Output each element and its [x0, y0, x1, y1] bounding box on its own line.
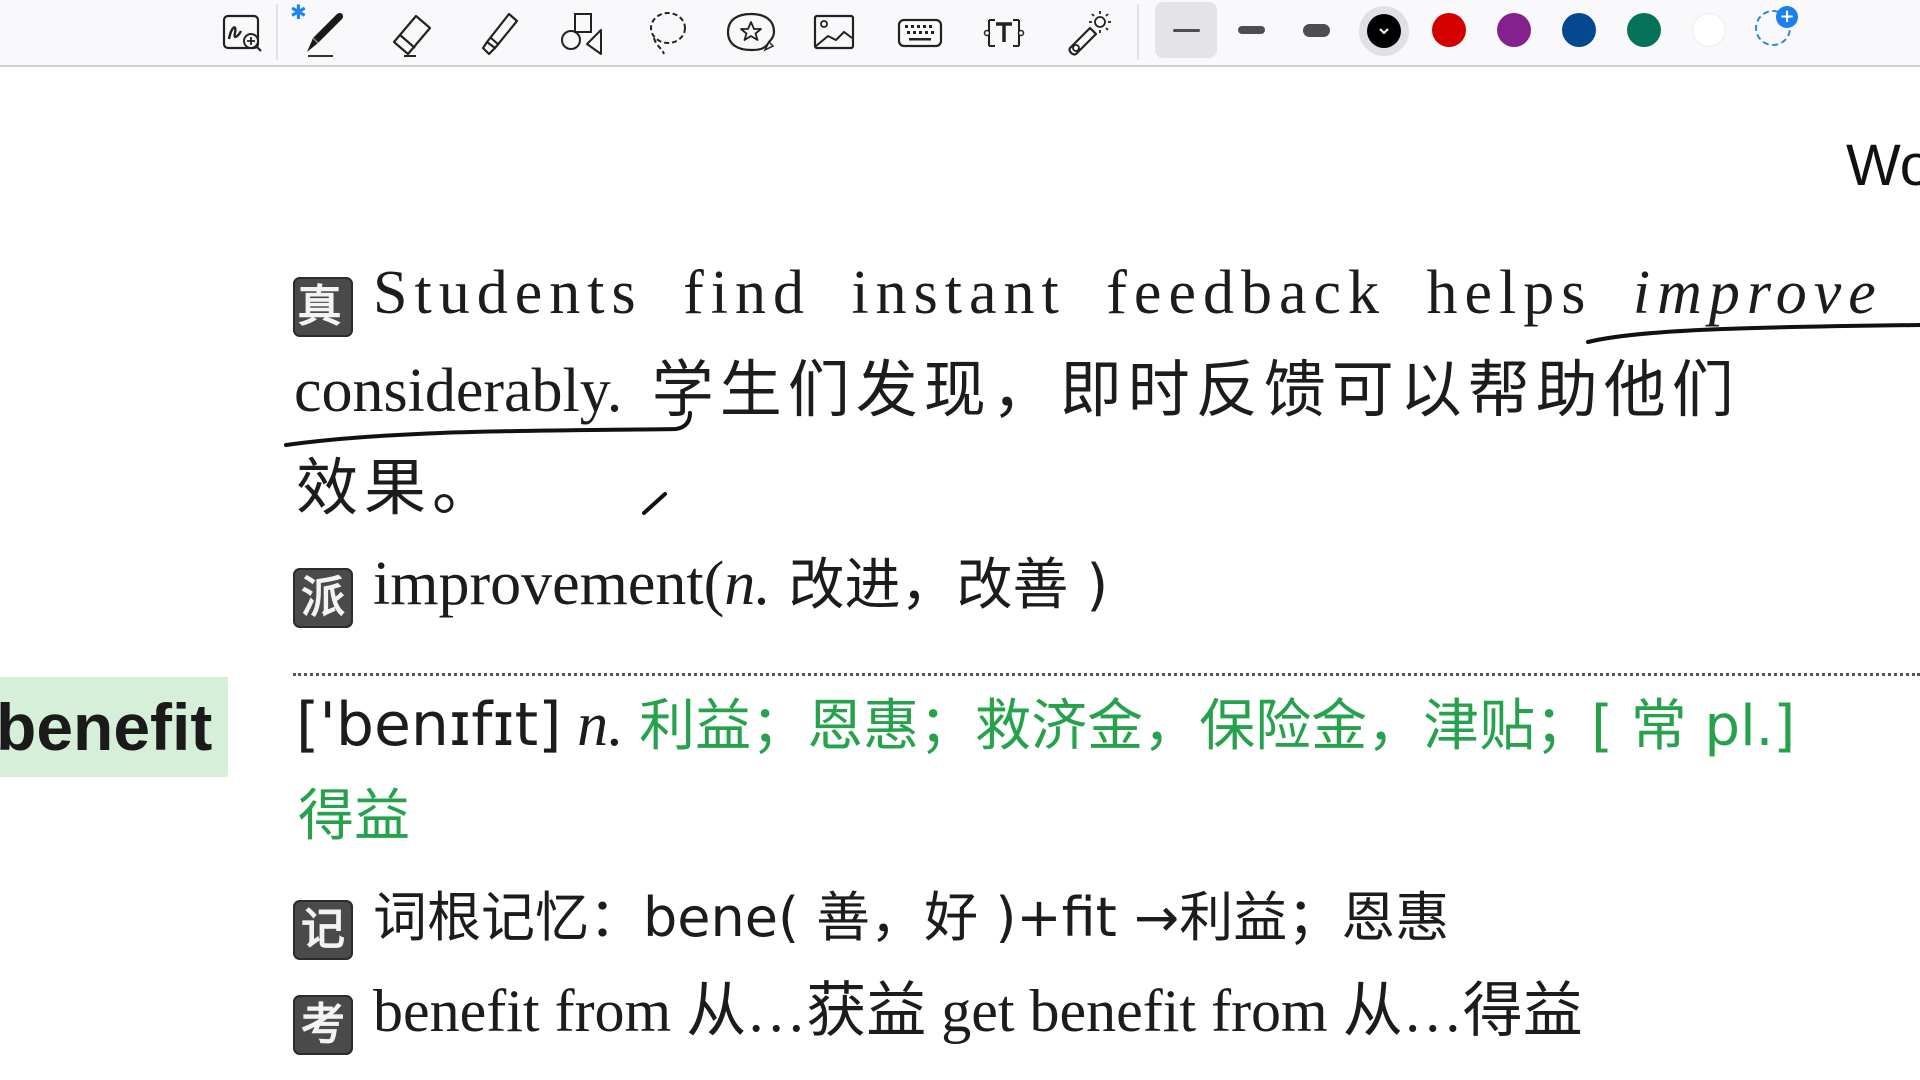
color-swatch-purple[interactable]	[1497, 13, 1531, 47]
color-swatch-green[interactable]	[1627, 13, 1661, 47]
example-sentence-line2: considerably. 学生们发现，即时反馈可以帮助他们	[294, 357, 1740, 425]
entry-definition-line2: 得益	[298, 784, 410, 849]
part-of-speech: n.	[724, 550, 771, 618]
part-of-speech: n.	[577, 691, 624, 759]
stroke-width-medium[interactable]	[1220, 2, 1282, 58]
color-swatch-red[interactable]	[1432, 13, 1466, 47]
example-text: considerably.	[294, 357, 623, 425]
image-icon	[813, 14, 855, 50]
derivative-line: 派 improvement(n. 改进，改善 )	[293, 553, 1108, 628]
pen-icon	[307, 12, 344, 57]
highlighter-icon	[481, 12, 519, 56]
derivative-meaning: 改进，改善 )	[770, 553, 1109, 618]
exam-text: benefit from 从…获益 get benefit from 从…得益	[373, 978, 1583, 1044]
entry-definition-line1: ['benɪfɪt] n. 利益；恩惠；救济金，保险金，津贴；[ 常 pl.]	[296, 694, 1795, 756]
color-swatch-black[interactable]	[1359, 6, 1409, 56]
lasso-tool[interactable]	[641, 8, 693, 58]
keyboard-tool[interactable]	[894, 8, 946, 58]
example-translation-line3: 效果。	[296, 451, 501, 524]
phonetic: ['benɪfɪt]	[296, 690, 562, 760]
stroke-thick-preview	[1302, 23, 1330, 37]
headword-highlight: benefit	[0, 677, 228, 777]
shapes-icon	[561, 13, 602, 55]
eraser-icon	[392, 14, 432, 57]
document-page: Wo 真 Students find instant feedback helps…	[0, 67, 1920, 1080]
definition-text: 利益；恩惠；救济金，保险金，津贴；[ 常 pl.]	[639, 694, 1796, 759]
sticker-icon	[726, 12, 776, 52]
laser-pointer-tool[interactable]	[1063, 8, 1115, 58]
pen-tool[interactable]	[298, 8, 350, 58]
selected-color-fill	[1367, 14, 1401, 48]
toolbar-separator	[1137, 4, 1139, 60]
stroke-medium-preview	[1237, 26, 1265, 34]
chevron-down-icon	[1379, 28, 1389, 35]
keyboard-icon	[897, 18, 943, 48]
zoom-handwriting-icon	[222, 14, 262, 52]
image-tool[interactable]	[809, 8, 861, 58]
memory-line: 记词根记忆：bene( 善，好 )+fit →利益；恩惠	[293, 885, 1449, 960]
text-box-tool[interactable]	[978, 8, 1030, 58]
zoom-writing-tool[interactable]	[217, 8, 269, 58]
page-header-fragment: Wo	[1846, 133, 1920, 198]
memory-text: 词根记忆：bene( 善，好 )+fit →利益；恩惠	[373, 886, 1450, 949]
color-swatch-white[interactable]	[1692, 13, 1726, 47]
stroke-width-thin[interactable]	[1155, 2, 1217, 58]
exam-badge: 考	[293, 995, 353, 1055]
annotation-toolbar: ✱ +	[0, 0, 1920, 67]
derivative-word: improvement(	[373, 550, 725, 618]
ink-stroke-mark[interactable]	[642, 492, 667, 515]
toolbar-separator	[276, 4, 278, 60]
highlighter-tool[interactable]	[470, 8, 522, 58]
exam-line: 考 benefit from 从…获益 get benefit from 从…得益	[293, 980, 1583, 1055]
lasso-icon	[650, 12, 686, 55]
example-text-cut: t	[1883, 259, 1920, 327]
memory-badge: 记	[293, 900, 353, 960]
sticker-tool[interactable]	[725, 8, 777, 58]
derivative-badge: 派	[293, 568, 353, 628]
real-exam-badge: 真	[293, 277, 353, 337]
example-translation: 学生们发现，即时反馈可以帮助他们	[651, 353, 1740, 426]
stroke-thin-preview	[1172, 28, 1200, 32]
plus-icon[interactable]: +	[1776, 6, 1798, 28]
entry-divider	[293, 673, 1920, 676]
shapes-tool[interactable]	[556, 8, 608, 58]
eraser-tool[interactable]	[385, 8, 437, 58]
laser-pointer-icon	[1068, 11, 1111, 56]
example-sentence-line1: 真 Students find instant feedback helps im…	[293, 262, 1920, 337]
example-italic-word: improve	[1632, 259, 1883, 327]
color-swatch-blue[interactable]	[1562, 13, 1596, 47]
text-box-icon	[983, 19, 1025, 47]
example-text: Students find instant feedback helps	[373, 259, 1633, 327]
stroke-width-thick[interactable]	[1285, 2, 1347, 58]
